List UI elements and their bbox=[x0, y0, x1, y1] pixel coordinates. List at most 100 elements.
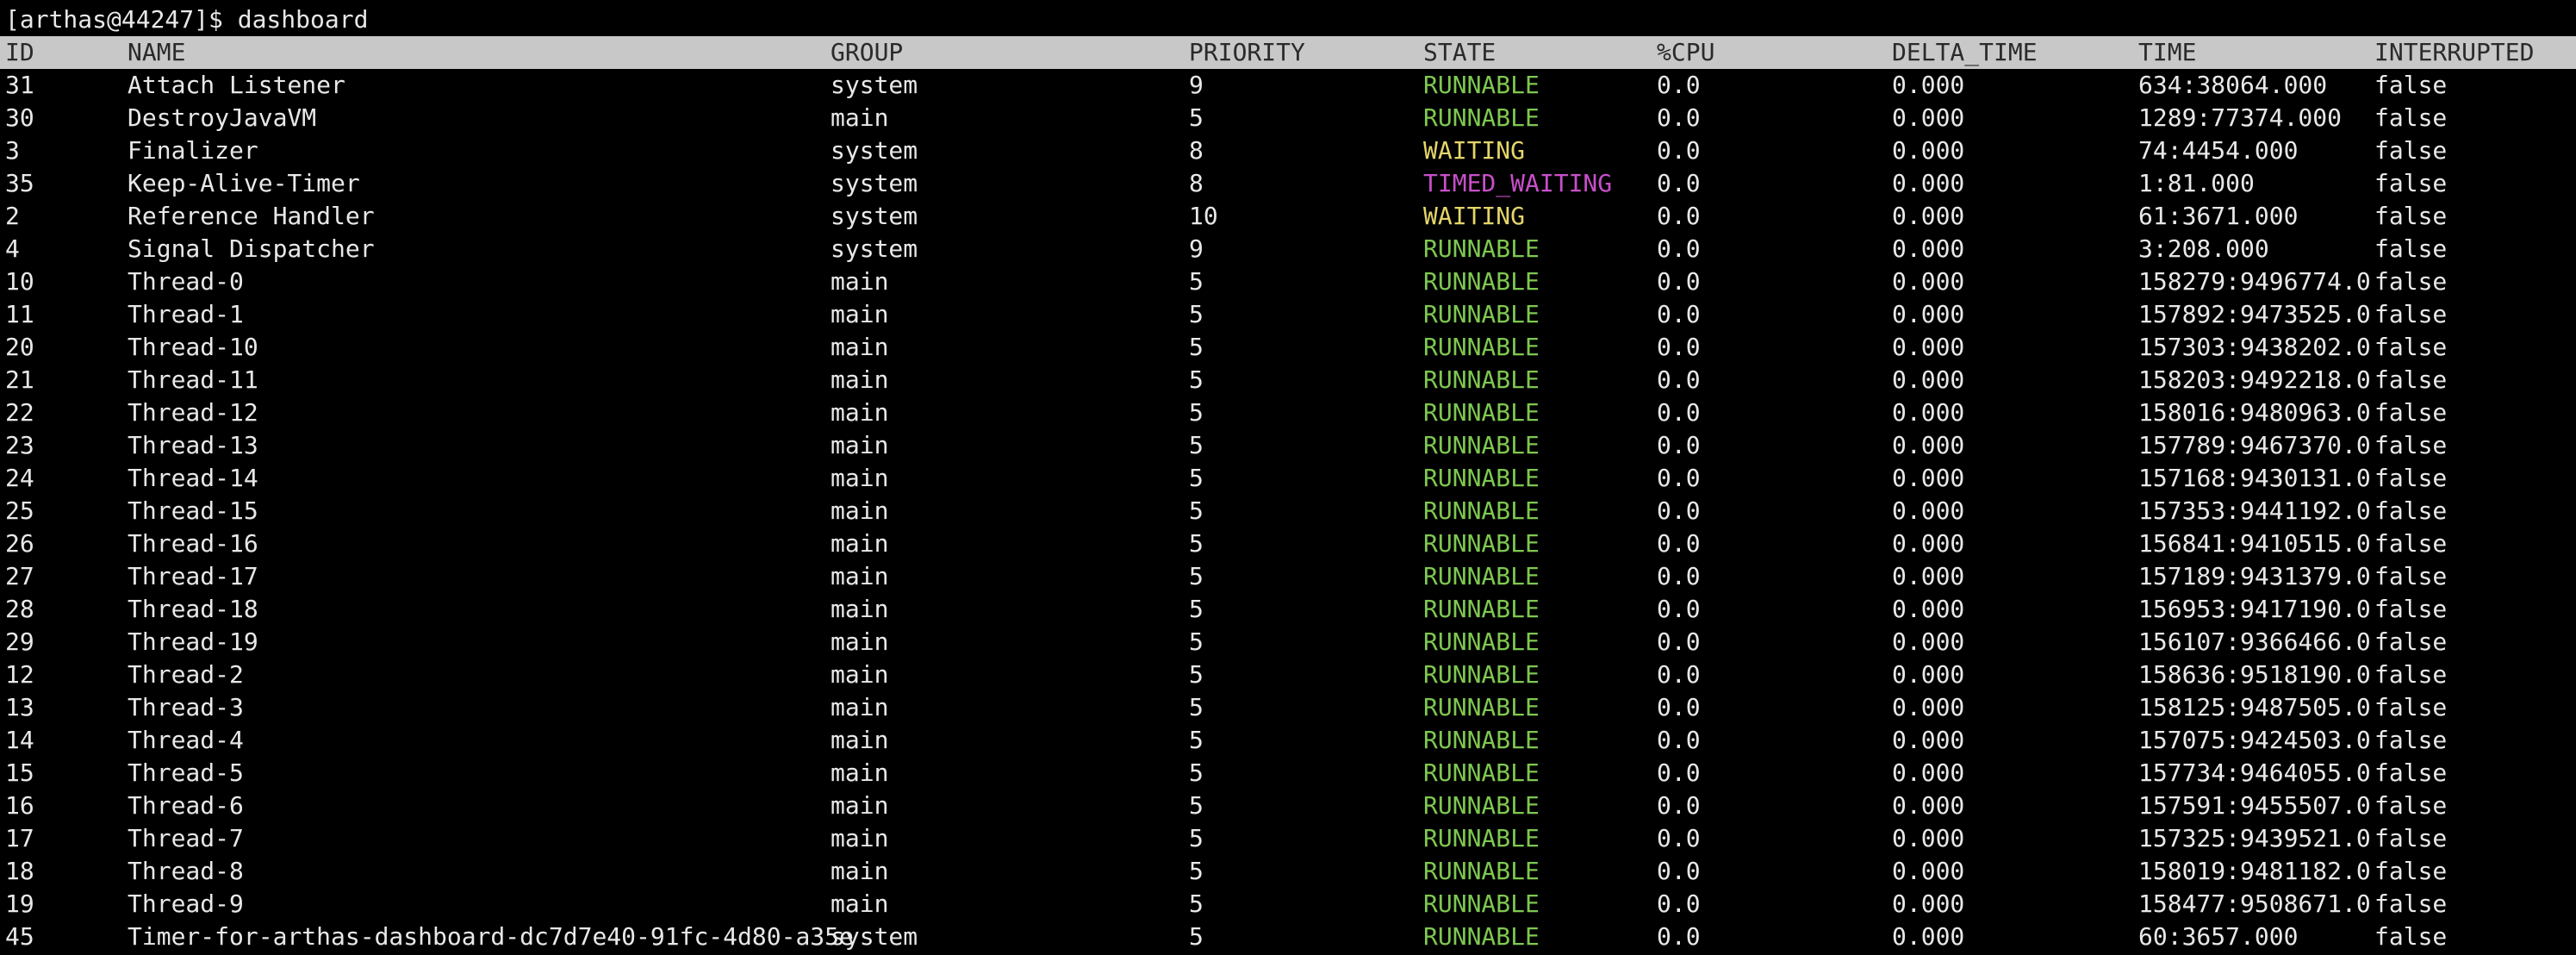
thread-cpu: 0.0 bbox=[1657, 71, 1701, 99]
thread-delta-time: 0.000 bbox=[1892, 202, 1965, 230]
thread-state: RUNNABLE bbox=[1423, 234, 1540, 263]
terminal-window[interactable]: [arthas@44247]$ dashboard ID NAME GROUP … bbox=[0, 0, 2576, 955]
thread-priority: 5 bbox=[1189, 791, 1204, 820]
thread-state: TIMED_WAITING bbox=[1423, 169, 1613, 197]
thread-cpu: 0.0 bbox=[1657, 267, 1701, 296]
thread-priority: 5 bbox=[1189, 464, 1204, 492]
thread-interrupted: false bbox=[2374, 595, 2448, 623]
thread-interrupted: false bbox=[2374, 922, 2448, 951]
thread-state: RUNNABLE bbox=[1423, 71, 1540, 99]
table-row: 4 Signal Dispatcher system 9 RUNNABLE 0.0 0.00… bbox=[0, 233, 2576, 265]
thread-cpu: 0.0 bbox=[1657, 398, 1701, 427]
table-row: 26 Thread-16 main 5 RUNNABLE 0.0 0.000 156841:9… bbox=[0, 527, 2576, 560]
thread-time: 1289:77374.000 bbox=[2138, 103, 2343, 132]
thread-time: 157591:9455507.0 bbox=[2138, 791, 2371, 820]
thread-id: 11 bbox=[5, 300, 34, 328]
thread-interrupted: false bbox=[2374, 169, 2448, 197]
thread-priority: 5 bbox=[1189, 627, 1204, 656]
thread-id: 23 bbox=[5, 431, 34, 459]
thread-delta-time: 0.000 bbox=[1892, 464, 1965, 492]
table-row: 16 Thread-6 main 5 RUNNABLE 0.0 0.000 157591:94… bbox=[0, 790, 2576, 822]
table-row: 13 Thread-3 main 5 RUNNABLE 0.0 0.000 158125:94… bbox=[0, 691, 2576, 724]
thread-id: 14 bbox=[5, 726, 34, 754]
thread-interrupted: false bbox=[2374, 791, 2448, 820]
thread-cpu: 0.0 bbox=[1657, 660, 1701, 689]
thread-name: Reference Handler bbox=[128, 202, 375, 230]
thread-group: main bbox=[831, 693, 889, 721]
thread-name: Thread-2 bbox=[128, 660, 244, 689]
thread-state: RUNNABLE bbox=[1423, 267, 1540, 296]
thread-state: RUNNABLE bbox=[1423, 103, 1540, 132]
thread-time: 157189:9431379.0 bbox=[2138, 562, 2371, 590]
table-row: 18 Thread-8 main 5 RUNNABLE 0.0 0.000 158019:94… bbox=[0, 855, 2576, 888]
thread-id: 24 bbox=[5, 464, 34, 492]
thread-time: 74:4454.000 bbox=[2138, 136, 2299, 165]
thread-time: 157789:9467370.0 bbox=[2138, 431, 2371, 459]
thread-state: RUNNABLE bbox=[1423, 431, 1540, 459]
thread-priority: 5 bbox=[1189, 496, 1204, 525]
thread-group: main bbox=[831, 726, 889, 754]
thread-name: Thread-19 bbox=[128, 627, 258, 656]
header-cpu: %CPU bbox=[1657, 38, 1715, 66]
thread-delta-time: 0.000 bbox=[1892, 136, 1965, 165]
thread-group: main bbox=[831, 889, 889, 918]
command-prompt: [arthas@44247]$ dashboard bbox=[5, 5, 369, 34]
table-row: 19 Thread-9 main 5 RUNNABLE 0.0 0.000 158477:95… bbox=[0, 888, 2576, 921]
thread-time: 156841:9410515.0 bbox=[2138, 529, 2371, 558]
thread-priority: 10 bbox=[1189, 202, 1218, 230]
thread-delta-time: 0.000 bbox=[1892, 71, 1965, 99]
thread-group: main bbox=[831, 267, 889, 296]
table-row: 28 Thread-18 main 5 RUNNABLE 0.0 0.000 156953:9… bbox=[0, 593, 2576, 626]
thread-interrupted: false bbox=[2374, 464, 2448, 492]
thread-delta-time: 0.000 bbox=[1892, 431, 1965, 459]
thread-id: 21 bbox=[5, 365, 34, 394]
thread-time: 1:81.000 bbox=[2138, 169, 2255, 197]
thread-name: Thread-3 bbox=[128, 693, 244, 721]
thread-interrupted: false bbox=[2374, 758, 2448, 787]
thread-priority: 5 bbox=[1189, 758, 1204, 787]
thread-priority: 5 bbox=[1189, 726, 1204, 754]
thread-time: 158016:9480963.0 bbox=[2138, 398, 2371, 427]
thread-time: 158019:9481182.0 bbox=[2138, 857, 2371, 885]
thread-group: main bbox=[831, 660, 889, 689]
thread-group: main bbox=[831, 824, 889, 852]
thread-priority: 5 bbox=[1189, 889, 1204, 918]
thread-interrupted: false bbox=[2374, 103, 2448, 132]
thread-name: Thread-9 bbox=[128, 889, 244, 918]
thread-priority: 8 bbox=[1189, 136, 1204, 165]
thread-id: 22 bbox=[5, 398, 34, 427]
thread-delta-time: 0.000 bbox=[1892, 496, 1965, 525]
thread-state: RUNNABLE bbox=[1423, 824, 1540, 852]
thread-interrupted: false bbox=[2374, 824, 2448, 852]
thread-interrupted: false bbox=[2374, 267, 2448, 296]
thread-delta-time: 0.000 bbox=[1892, 365, 1965, 394]
thread-interrupted: false bbox=[2374, 726, 2448, 754]
thread-name: Thread-7 bbox=[128, 824, 244, 852]
thread-cpu: 0.0 bbox=[1657, 889, 1701, 918]
table-row: 14 Thread-4 main 5 RUNNABLE 0.0 0.000 157075:94… bbox=[0, 724, 2576, 757]
thread-name: Finalizer bbox=[128, 136, 258, 165]
thread-interrupted: false bbox=[2374, 627, 2448, 656]
thread-cpu: 0.0 bbox=[1657, 333, 1701, 361]
thread-interrupted: false bbox=[2374, 202, 2448, 230]
thread-name: Thread-10 bbox=[128, 333, 258, 361]
thread-state: RUNNABLE bbox=[1423, 758, 1540, 787]
thread-group: main bbox=[831, 431, 889, 459]
thread-name: Thread-5 bbox=[128, 758, 244, 787]
thread-time: 157734:9464055.0 bbox=[2138, 758, 2371, 787]
thread-interrupted: false bbox=[2374, 660, 2448, 689]
thread-delta-time: 0.000 bbox=[1892, 889, 1965, 918]
thread-time: 157075:9424503.0 bbox=[2138, 726, 2371, 754]
thread-priority: 5 bbox=[1189, 693, 1204, 721]
thread-id: 18 bbox=[5, 857, 34, 885]
thread-group: main bbox=[831, 300, 889, 328]
thread-group: main bbox=[831, 758, 889, 787]
thread-state: RUNNABLE bbox=[1423, 627, 1540, 656]
thread-time: 3:208.000 bbox=[2138, 234, 2269, 263]
thread-priority: 5 bbox=[1189, 267, 1204, 296]
thread-name: Signal Dispatcher bbox=[128, 234, 375, 263]
thread-id: 30 bbox=[5, 103, 34, 132]
thread-name: Attach Listener bbox=[128, 71, 345, 99]
thread-interrupted: false bbox=[2374, 398, 2448, 427]
thread-cpu: 0.0 bbox=[1657, 595, 1701, 623]
